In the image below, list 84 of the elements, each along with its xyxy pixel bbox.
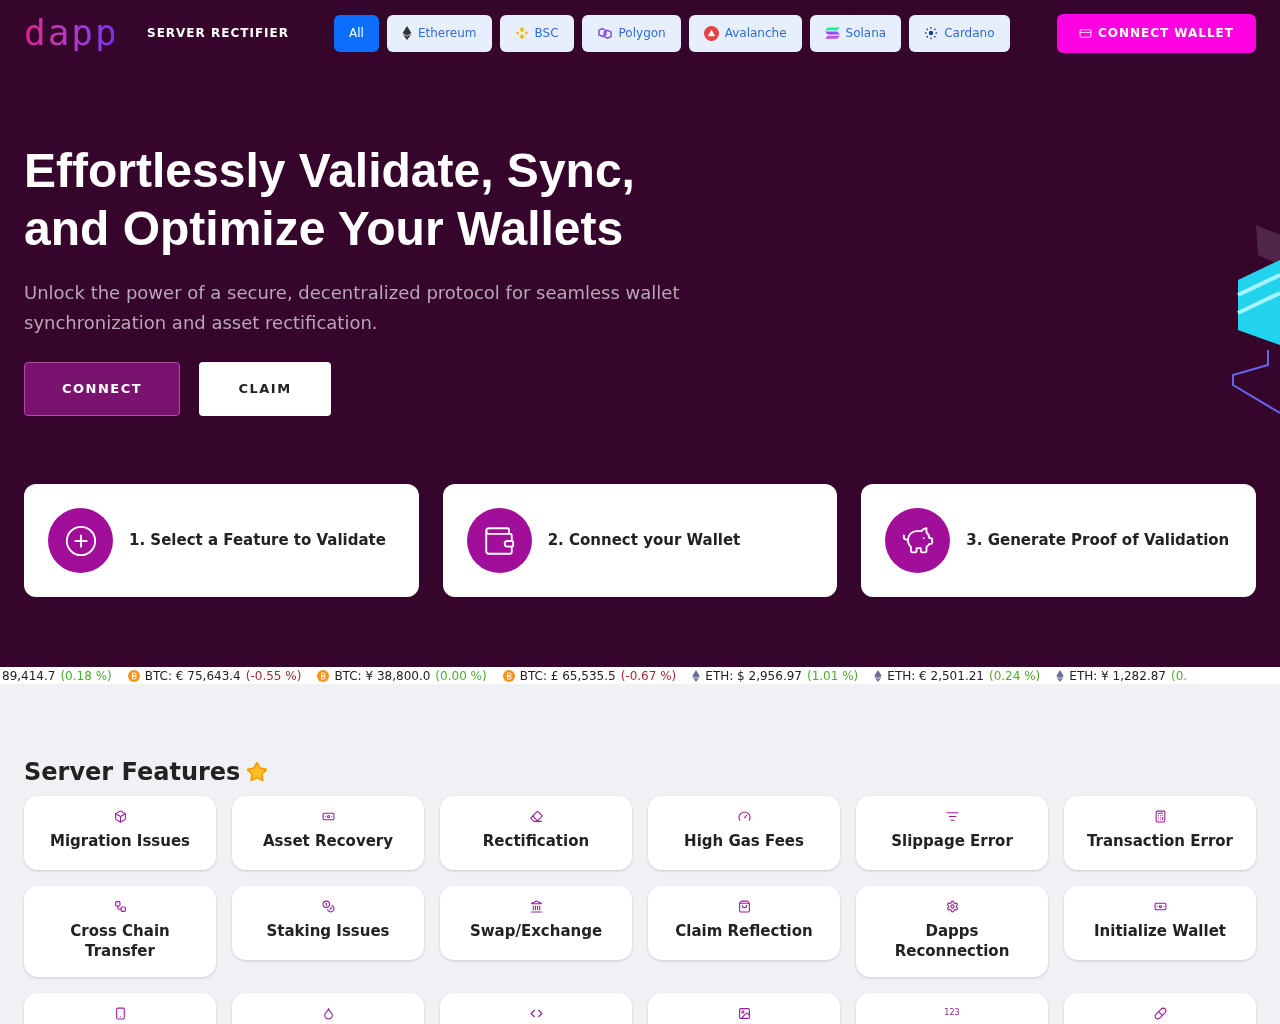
claim-button[interactable]: CLAIM: [199, 362, 331, 416]
step-label: 3. Generate Proof of Validation: [966, 530, 1230, 552]
feature-label: Dapps Reconnection: [893, 921, 1011, 961]
logo: dapp: [24, 15, 114, 51]
feature-label: Transaction Error: [1087, 831, 1233, 851]
ticker-price: ETH: € 2,501.21: [887, 667, 984, 684]
ticker-change: (-0.67 %): [620, 667, 677, 684]
hero-subtitle: Unlock the power of a secure, decentralized protocol for seamless wallet synchronization and asset rectification.: [24, 281, 681, 335]
calc-icon: [1153, 810, 1167, 823]
ticker-price: ETH: $ 2,956.97: [705, 667, 802, 684]
feature-card[interactable]: Swap/Exchange: [440, 886, 632, 960]
ticker-change: (0.18 %): [60, 667, 112, 684]
ticker-change: (-0.55 %): [245, 667, 302, 684]
diamond-icon: [514, 26, 529, 40]
polygon-icon: [596, 26, 613, 40]
feature-card[interactable]: Claim Reflection: [648, 886, 840, 960]
chain-filter-tab[interactable]: Polygon: [581, 14, 681, 52]
ticker-price: BTC: € 75,643.4: [144, 667, 241, 684]
feature-card[interactable]: Cross Chain Transfer: [24, 886, 216, 977]
connect-button[interactable]: CONNECT: [24, 362, 180, 416]
pill-icon: [1153, 1007, 1167, 1020]
numbers-icon: 123: [944, 1007, 960, 1019]
ethereum-icon: [874, 669, 883, 682]
feature-card[interactable]: Initialize Wallet: [1064, 886, 1256, 960]
section-title: Server Features: [24, 757, 241, 788]
ticker-price: ETH: ¥ 1,282.87: [1069, 667, 1166, 684]
feature-label: Rectification: [482, 831, 590, 851]
ethereum-icon: [401, 26, 412, 40]
stripes-icon: [824, 27, 840, 39]
feature-label: Initialize Wallet: [1094, 921, 1226, 941]
ethereum-icon: [692, 669, 701, 682]
star-icon: [246, 761, 269, 783]
feature-card[interactable]: 123: [856, 993, 1048, 1024]
feature-card[interactable]: Dapps Reconnection: [856, 886, 1048, 977]
chain-filter-tab[interactable]: All: [334, 14, 379, 52]
bank-icon: [529, 900, 543, 913]
ticker-change: (0.: [1171, 667, 1188, 684]
list-icon: [945, 810, 959, 823]
feature-card[interactable]: Slippage Error: [856, 796, 1048, 870]
feature-label: Claim Reflection: [675, 921, 813, 941]
chain-filter-tab[interactable]: Ethereum: [386, 14, 492, 52]
coins-icon: [321, 900, 335, 913]
phone-icon: [113, 1007, 127, 1020]
chain-filter-tab[interactable]: Avalanche: [688, 14, 802, 52]
ticker-change: (0.24 %): [989, 667, 1041, 684]
ticker-change: (1.01 %): [807, 667, 859, 684]
step-label: 1. Select a Feature to Validate: [129, 530, 386, 552]
site-title: SERVER RECTIFIER: [147, 25, 290, 42]
ethereum-icon: [1056, 669, 1065, 682]
chain-filter-tab[interactable]: BSC: [499, 14, 574, 52]
ticker-change: (0.00 %): [435, 667, 487, 684]
chain-filter-tab[interactable]: Cardano: [909, 14, 1010, 52]
feature-card[interactable]: Asset Recovery: [232, 796, 424, 870]
box-icon: [113, 810, 127, 823]
image-icon: [737, 1007, 751, 1020]
window-icon: [1078, 26, 1092, 40]
chain-filter-tab[interactable]: Solana: [809, 14, 902, 52]
eraser-icon: [529, 810, 543, 823]
feature-label: Cross Chain Transfer: [69, 921, 171, 961]
gauge-icon: [737, 810, 751, 823]
step-label: 2. Connect your Wallet: [547, 530, 741, 552]
hero-title: Effortlessly Validate, Sync, and Optimize Your Wallets: [24, 143, 636, 257]
feature-card[interactable]: Staking Issues: [232, 886, 424, 960]
dots-cluster-icon: [924, 26, 939, 40]
ticker-price: BTC: ¥ 38,800.0: [334, 667, 431, 684]
money-icon: [321, 810, 335, 823]
ticker-price: 89,414.7: [2, 667, 56, 684]
bag-icon: [737, 900, 751, 913]
cog-icon: [945, 900, 959, 913]
code-icon: [529, 1007, 543, 1020]
feature-label: High Gas Fees: [684, 831, 804, 851]
money-icon: [1153, 900, 1167, 913]
ticker-price: BTC: £ 65,535.5: [519, 667, 616, 684]
feature-label: Migration Issues: [49, 831, 191, 851]
feature-card[interactable]: High Gas Fees: [648, 796, 840, 870]
feature-label: Swap/Exchange: [469, 921, 603, 941]
feature-card[interactable]: Migration Issues: [24, 796, 216, 870]
feature-label: Slippage Error: [891, 831, 1013, 851]
feature-label: Staking Issues: [266, 921, 390, 941]
nodes-icon: [113, 900, 127, 913]
drop-icon: [321, 1007, 335, 1020]
feature-label: Asset Recovery: [262, 831, 394, 851]
feature-card[interactable]: Rectification: [440, 796, 632, 870]
feature-card[interactable]: Transaction Error: [1064, 796, 1256, 870]
